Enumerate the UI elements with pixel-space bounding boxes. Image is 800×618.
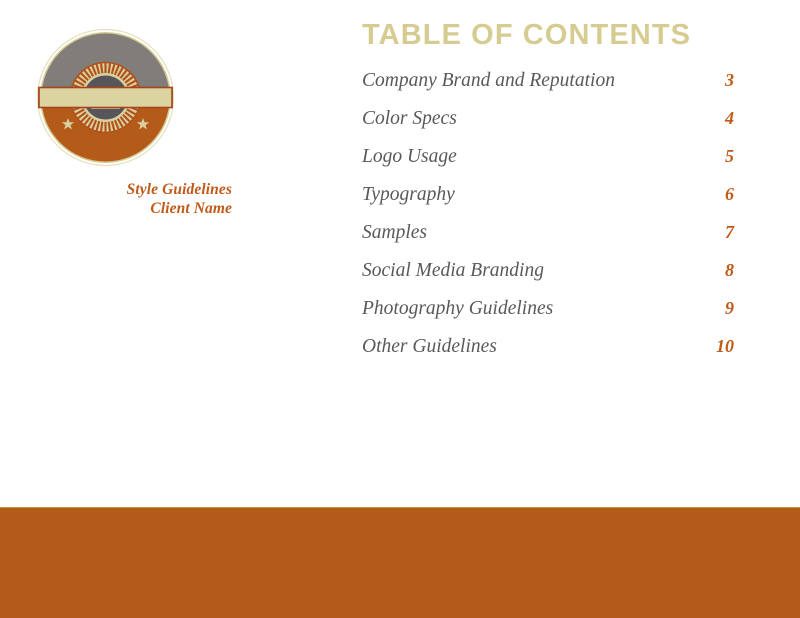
toc-entry-page: 4 xyxy=(725,108,734,128)
toc-entry-label: Typography xyxy=(362,184,455,205)
toc-entry-page: 7 xyxy=(725,222,734,242)
toc-entry-label: Other Guidelines xyxy=(362,336,497,357)
toc-entry[interactable]: Typography 6 xyxy=(362,183,734,221)
toc-entry[interactable]: Photography Guidelines 9 xyxy=(362,297,734,335)
toc-entry-page: 9 xyxy=(725,298,734,318)
toc-entry[interactable]: Logo Usage 5 xyxy=(362,145,734,183)
toc-entry[interactable]: Samples 7 xyxy=(362,221,734,259)
toc-entry-label: Color Specs xyxy=(362,108,457,129)
table-of-contents: TABLE OF CONTENTS Company Brand and Repu… xyxy=(362,18,734,373)
toc-list: Company Brand and Reputation 3 Color Spe… xyxy=(362,69,734,373)
toc-entry-label: Logo Usage xyxy=(362,146,457,167)
toc-entry-label: Company Brand and Reputation xyxy=(362,70,615,91)
toc-entry-page: 6 xyxy=(725,184,734,204)
open-book-badge-logo xyxy=(37,29,174,166)
page: Style Guidelines Client Name TABLE OF CO… xyxy=(0,0,800,618)
brand-line-2: Client Name xyxy=(150,200,232,217)
toc-entry-page: 10 xyxy=(716,336,734,356)
toc-entry-label: Photography Guidelines xyxy=(362,298,554,319)
toc-entry-page: 8 xyxy=(725,260,734,280)
toc-entry-page: 5 xyxy=(725,146,734,166)
brand-line-1: Style Guidelines xyxy=(126,181,232,198)
logo-block: Style Guidelines Client Name xyxy=(0,0,330,260)
toc-entry[interactable]: Other Guidelines 10 xyxy=(362,335,734,373)
toc-entry-label: Social Media Branding xyxy=(362,260,544,281)
toc-entry-label: Samples xyxy=(362,222,427,243)
page-title: TABLE OF CONTENTS xyxy=(362,19,692,51)
brand-name-block: Style Guidelines Client Name xyxy=(0,180,232,218)
banner-ribbon xyxy=(38,86,173,109)
toc-entry[interactable]: Company Brand and Reputation 3 xyxy=(362,69,734,107)
toc-entry-page: 3 xyxy=(725,70,734,90)
toc-entry[interactable]: Color Specs 4 xyxy=(362,107,734,145)
footer-band xyxy=(0,508,800,618)
toc-entry[interactable]: Social Media Branding 8 xyxy=(362,259,734,297)
